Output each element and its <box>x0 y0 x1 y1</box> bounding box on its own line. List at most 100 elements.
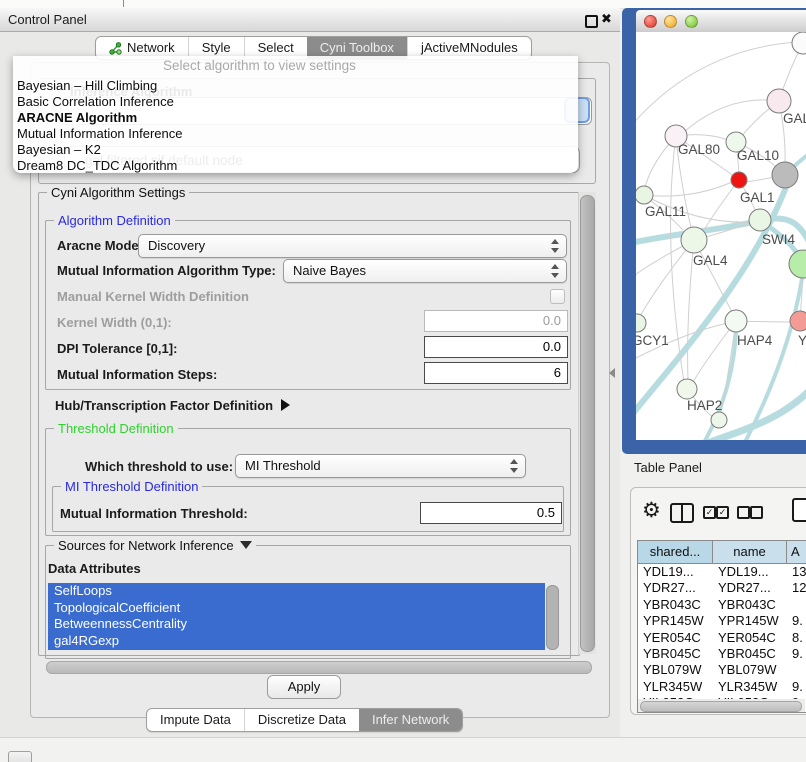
table-cell[interactable]: 8. <box>787 630 806 646</box>
network-node-labels: GALGAL80GAL10GAL1SWI4GAL11GAL4GCY1HAP4YH… <box>636 111 806 413</box>
table-row[interactable]: YPR145WYPR145W9. <box>638 613 806 629</box>
data-attributes-label: Data Attributes <box>48 561 141 576</box>
network-window-titlebar[interactable] <box>636 10 806 33</box>
mac-minimize-light[interactable] <box>664 15 677 28</box>
column-visibility-icon[interactable] <box>670 503 694 523</box>
network-node[interactable] <box>677 379 697 399</box>
attribute-item-selected[interactable]: TopologicalCoefficient <box>48 600 545 617</box>
float-window-icon[interactable] <box>585 15 598 28</box>
table-cell[interactable]: 13 <box>787 564 806 580</box>
network-node[interactable] <box>711 412 727 428</box>
network-node[interactable] <box>749 209 771 231</box>
settings-vscrollbar-thumb[interactable] <box>580 195 595 652</box>
spinner-arrows-icon <box>509 459 518 473</box>
deselect-all-icon[interactable] <box>737 506 750 519</box>
table-cell[interactable]: 9. <box>787 679 806 695</box>
table-cell[interactable]: YBR045C <box>638 646 713 662</box>
network-node[interactable] <box>792 32 806 54</box>
network-node[interactable] <box>789 250 806 278</box>
column-header-name[interactable]: name <box>713 541 787 563</box>
table-cell[interactable]: 9. <box>787 613 806 629</box>
mi-steps-field[interactable]: 6 <box>424 362 568 384</box>
table-cell[interactable]: YBL079W <box>713 662 787 678</box>
network-node[interactable] <box>731 172 747 188</box>
algorithm-option[interactable]: Mutual Information Inference <box>13 126 578 142</box>
network-node[interactable] <box>725 310 747 332</box>
mac-zoom-light[interactable] <box>685 15 698 28</box>
tab-discretize-data[interactable]: Discretize Data <box>244 709 359 731</box>
table-cell[interactable]: YLR345W <box>713 679 787 695</box>
attribute-item-selected[interactable]: SelfLoops <box>48 583 545 600</box>
mi-threshold-field[interactable]: 0.5 <box>420 502 562 524</box>
table-cell[interactable]: YBR043C <box>713 597 787 613</box>
algorithm-option-highlighted[interactable]: ARACNE Algorithm <box>13 110 578 126</box>
table-cell[interactable]: YDL19... <box>713 564 787 580</box>
table-cell[interactable]: YBR045C <box>713 646 787 662</box>
table-cell[interactable]: YER054C <box>713 630 787 646</box>
network-node[interactable] <box>636 186 653 204</box>
table-cell[interactable] <box>787 662 806 678</box>
attribute-item-selected[interactable]: gal4RGexp <box>48 633 545 650</box>
apply-button[interactable]: Apply <box>267 675 341 699</box>
network-node[interactable] <box>790 311 806 331</box>
select-all-icon[interactable]: ✓ <box>703 506 716 519</box>
algorithm-option[interactable]: Basic Correlation Inference <box>13 94 578 110</box>
table-cell[interactable]: 12 <box>787 580 806 596</box>
attributes-scrollbar-thumb[interactable] <box>546 585 559 650</box>
kernel-width-field[interactable]: 0.0 <box>424 310 568 332</box>
dpi-tolerance-label: DPI Tolerance [0,1]: <box>57 341 177 356</box>
column-header-partial[interactable]: A <box>787 541 806 563</box>
table-cell[interactable]: YLR345W <box>638 679 713 695</box>
table-cell[interactable]: YPR145W <box>638 613 713 629</box>
table-cell[interactable]: YDR27... <box>638 580 713 596</box>
tab-infer-network[interactable]: Infer Network <box>359 709 462 731</box>
mi-algorithm-type-value: Naive Bayes <box>293 263 366 278</box>
table-hscrollbar-thumb[interactable] <box>640 701 802 712</box>
export-table-icon[interactable] <box>792 498 806 522</box>
table-cell[interactable]: YBL079W <box>638 662 713 678</box>
aracne-mode-combo[interactable]: Discovery <box>138 234 567 258</box>
table-header-row: shared... name A <box>638 541 806 564</box>
dpi-tolerance-field[interactable]: 0.0 <box>424 336 568 358</box>
table-cell[interactable]: YBR043C <box>638 597 713 613</box>
algorithm-option[interactable]: Dream8 DC_TDC Algorithm <box>13 158 578 174</box>
mac-close-light[interactable] <box>644 15 657 28</box>
deselect-all-icon <box>750 506 763 519</box>
table-row[interactable]: YDL19...YDL19...13 <box>638 564 806 580</box>
table-row[interactable]: YER054CYER054C8. <box>638 630 806 646</box>
network-node[interactable] <box>636 314 646 332</box>
table-row[interactable]: YBL079WYBL079W <box>638 662 806 678</box>
table-cell[interactable]: YDR27... <box>713 580 787 596</box>
network-node-label: HAP4 <box>737 333 773 348</box>
sources-group-title[interactable]: Sources for Network Inference <box>54 538 256 553</box>
network-node-label: GAL11 <box>645 204 686 219</box>
table-row[interactable]: YLR345WYLR345W9. <box>638 679 806 695</box>
mi-algorithm-type-combo[interactable]: Naive Bayes <box>283 259 567 283</box>
which-threshold-combo[interactable]: MI Threshold <box>235 454 526 478</box>
close-icon[interactable]: ✖ <box>601 11 612 27</box>
algorithm-option[interactable]: Bayesian – Hill Climbing <box>13 78 578 94</box>
table-row[interactable]: YBR043CYBR043C <box>638 597 806 613</box>
column-header-shared-name[interactable]: shared... <box>638 541 713 563</box>
settings-hscrollbar-thumb[interactable] <box>46 661 592 674</box>
algorithm-option[interactable]: Bayesian – K2 <box>13 142 578 158</box>
attribute-item-selected[interactable]: BetweennessCentrality <box>48 616 545 633</box>
minimized-panel-icon[interactable] <box>8 751 32 762</box>
network-node[interactable] <box>681 227 707 253</box>
table-row[interactable]: YBR045CYBR045C9. <box>638 646 806 662</box>
table-cell[interactable]: YDL19... <box>638 564 713 580</box>
hub-definition-toggle[interactable]: Hub/Transcription Factor Definition <box>55 398 290 413</box>
table-row[interactable]: YDR27...YDR27...12 <box>638 580 806 596</box>
network-node[interactable] <box>772 162 798 188</box>
table-cell[interactable]: YER054C <box>638 630 713 646</box>
panel-splitter-collapse-icon[interactable] <box>609 368 615 378</box>
manual-kernel-width-checkbox[interactable] <box>550 289 565 304</box>
spinner-arrows-icon <box>550 264 559 278</box>
network-canvas[interactable]: GALGAL80GAL10GAL1SWI4GAL11GAL4GCY1HAP4YH… <box>636 32 806 440</box>
table-cell[interactable] <box>787 597 806 613</box>
gear-icon[interactable]: ⚙ <box>642 500 661 521</box>
table-cell[interactable]: 9. <box>787 646 806 662</box>
network-node[interactable] <box>767 89 791 113</box>
table-cell[interactable]: YPR145W <box>713 613 787 629</box>
tab-impute-data[interactable]: Impute Data <box>147 709 244 731</box>
